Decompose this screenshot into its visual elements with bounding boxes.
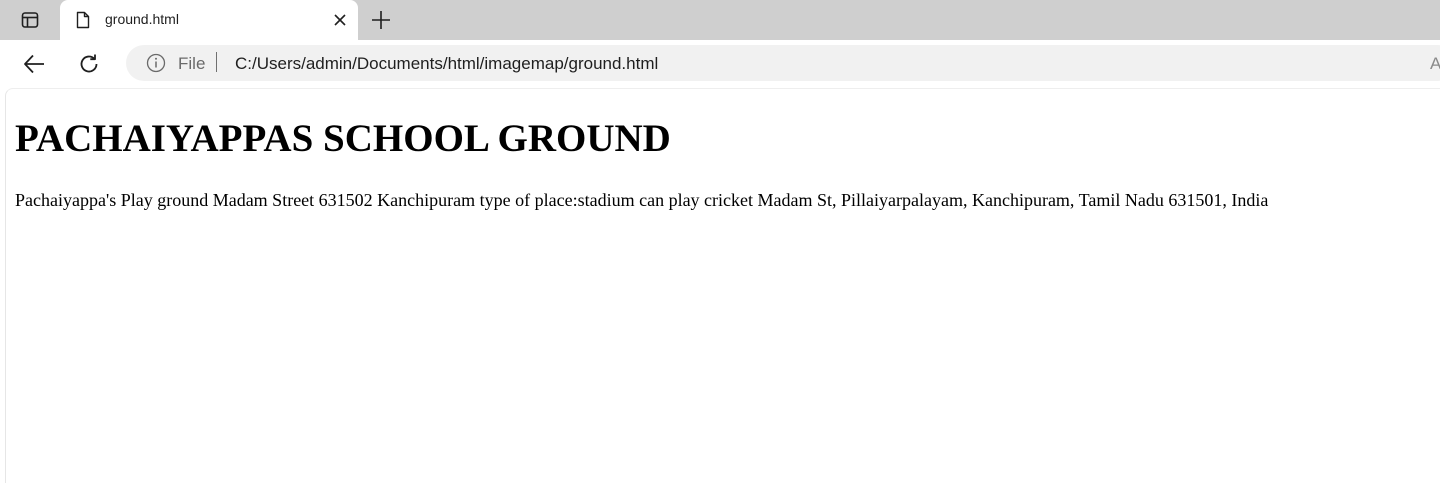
page-heading: PACHAIYAPPAS SCHOOL GROUND: [15, 117, 671, 160]
address-bar[interactable]: File C:/Users/admin/Documents/html/image…: [126, 45, 1440, 81]
address-separator: [216, 52, 217, 72]
url-text[interactable]: C:/Users/admin/Documents/html/imagemap/g…: [235, 54, 658, 74]
info-icon[interactable]: [146, 53, 166, 73]
page-viewport: PACHAIYAPPAS SCHOOL GROUND Pachaiyappa's…: [5, 88, 1440, 483]
new-tab-button[interactable]: [366, 5, 396, 35]
back-button[interactable]: [18, 48, 50, 80]
close-icon: [334, 14, 346, 26]
back-arrow-icon: [24, 54, 44, 74]
tab-title: ground.html: [105, 11, 179, 27]
browser-toolbar: File C:/Users/admin/Documents/html/image…: [0, 40, 1440, 86]
tab-actions-button[interactable]: [10, 5, 50, 35]
file-icon: [76, 11, 90, 29]
page-paragraph: Pachaiyappa's Play ground Madam Street 6…: [15, 190, 1269, 210]
plus-icon: [372, 11, 390, 29]
tab-strip: ground.html: [0, 0, 1440, 40]
reader-view-glyph[interactable]: A: [1430, 54, 1440, 74]
tab-active[interactable]: ground.html: [60, 0, 358, 40]
tab-actions-icon: [21, 12, 39, 28]
reload-button[interactable]: [73, 48, 105, 80]
scheme-label: File: [178, 54, 206, 73]
close-tab-button[interactable]: [328, 8, 352, 32]
reload-icon: [80, 54, 98, 73]
